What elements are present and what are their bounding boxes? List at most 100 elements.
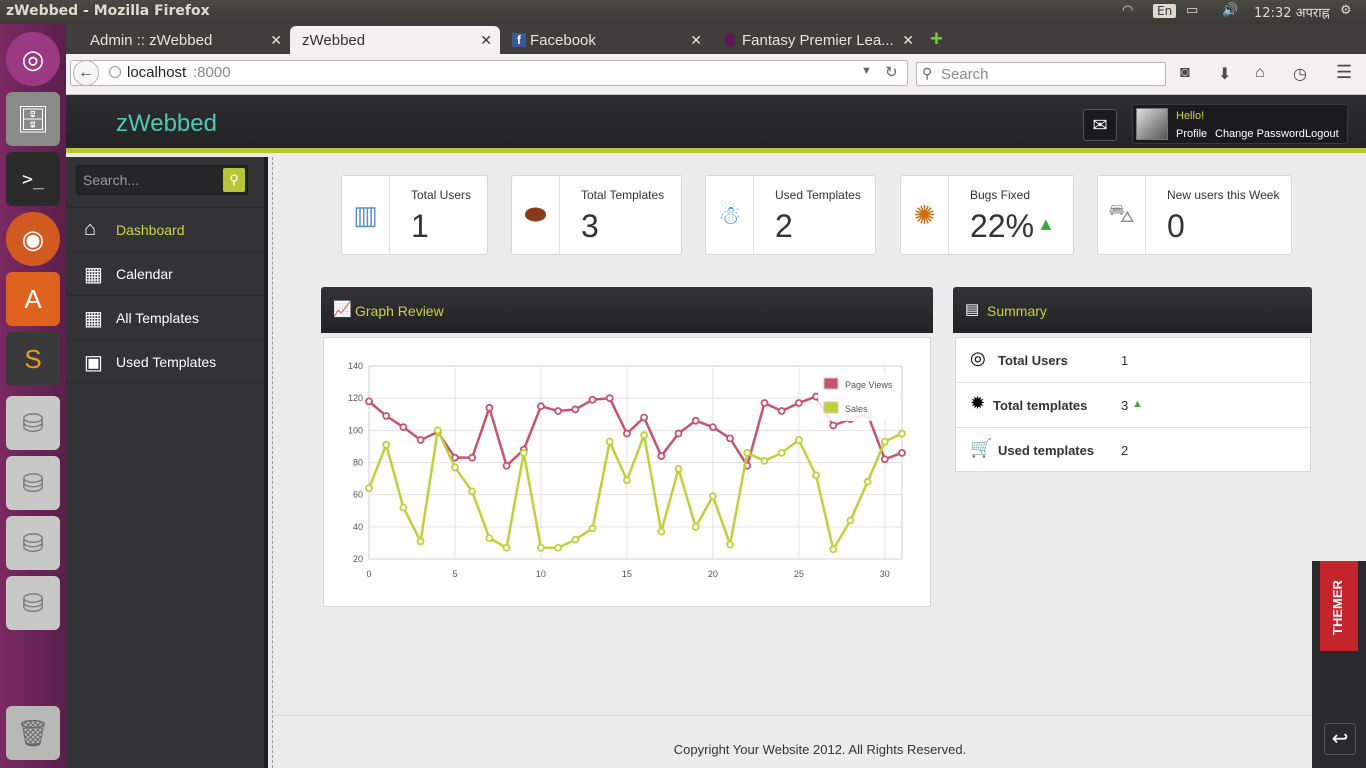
- software-center-icon[interactable]: A: [6, 272, 60, 326]
- download-icon[interactable]: ⬇: [1218, 64, 1231, 84]
- unity-launcher: ◎ 🗄 >_ ◉ A S ⛁ ⛁ ⛁ ⛁ 🗑: [0, 24, 66, 768]
- trash-icon[interactable]: 🗑: [6, 706, 60, 760]
- browser-tab-bar: Admin :: zWebbed ✕ zWebbed ✕ f Facebook …: [66, 24, 1366, 54]
- book-icon: ▤: [965, 301, 980, 318]
- mail-icon[interactable]: ✉: [1083, 109, 1117, 141]
- data-point: [640, 431, 648, 440]
- data-point: [588, 524, 597, 533]
- drive-icon[interactable]: ⛁: [6, 516, 60, 570]
- x-tick-label: 20: [708, 569, 718, 579]
- new-tab-plus-icon[interactable]: +: [930, 26, 943, 52]
- ubuntu-dash-icon[interactable]: ◎: [6, 32, 60, 86]
- battery-icon[interactable]: ▭: [1186, 3, 1198, 18]
- history-icon[interactable]: ◷: [1293, 64, 1307, 84]
- reload-icon[interactable]: ↻: [885, 63, 898, 81]
- data-point: [846, 516, 855, 525]
- data-point: [605, 437, 614, 446]
- stat-bugs-fixed[interactable]: ✺ Bugs Fixed 22% ▲: [900, 175, 1074, 255]
- keyboard-indicator[interactable]: En: [1153, 4, 1177, 18]
- close-tab-icon[interactable]: ✕: [270, 32, 282, 49]
- logout-link[interactable]: Logout: [1305, 128, 1339, 140]
- drive-icon[interactable]: ⛁: [6, 456, 60, 510]
- home-icon[interactable]: ⌂: [1255, 64, 1265, 82]
- data-point: [519, 448, 528, 457]
- football-icon: ⬬: [512, 176, 560, 254]
- sidebar-item-dashboard[interactable]: ⌂ Dashboard: [66, 207, 264, 251]
- stat-used-templates[interactable]: ☃ Used Templates 2: [705, 175, 876, 255]
- data-point: [468, 453, 477, 462]
- menu-icon[interactable]: ☰: [1336, 62, 1352, 83]
- tab-label: Facebook: [530, 32, 596, 49]
- y-tick-label: 40: [353, 522, 363, 532]
- sidebar-item-calendar[interactable]: ▦ Calendar: [66, 251, 264, 295]
- trend-up-arrow-icon: ▲: [1037, 214, 1055, 234]
- url-dropdown-icon[interactable]: ▼: [861, 65, 872, 77]
- data-point: [623, 429, 631, 438]
- wifi-icon[interactable]: ◠: [1122, 3, 1133, 18]
- sidebar-item-label: All Templates: [116, 310, 200, 326]
- data-point: [571, 405, 580, 414]
- url-bar[interactable]: ← localhost :8000 ▼ ↻: [70, 60, 908, 86]
- window-title: zWebbed - Mozilla Firefox: [6, 3, 210, 19]
- pocket-icon[interactable]: ◙: [1180, 64, 1190, 82]
- stat-label: Bugs Fixed: [970, 188, 1031, 202]
- x-tick-label: 10: [536, 569, 546, 579]
- stat-total-templates[interactable]: ⬬ Total Templates 3: [511, 175, 682, 255]
- themer-ribbon[interactable]: THEMER: [1320, 561, 1358, 651]
- data-point: [502, 543, 511, 552]
- summary-label: Total Users: [998, 353, 1068, 368]
- close-tab-icon[interactable]: ✕: [690, 32, 702, 49]
- tab-fantasy-premier-league[interactable]: Fantasy Premier Lea... ✕: [718, 26, 922, 54]
- tab-zwebbed[interactable]: zWebbed ✕: [290, 26, 500, 54]
- calendar-icon: ▦: [84, 264, 103, 286]
- change-password-link[interactable]: Change Password: [1215, 128, 1305, 140]
- search-icon: ⚲: [922, 65, 933, 81]
- sublime-text-icon[interactable]: S: [6, 332, 60, 386]
- reply-arrow-icon[interactable]: ↩: [1324, 723, 1356, 755]
- close-tab-icon[interactable]: ✕: [480, 32, 492, 49]
- graph-review-header: 📈 Graph Review: [321, 287, 933, 333]
- data-point: [365, 397, 373, 406]
- back-arrow-icon[interactable]: ←: [73, 60, 99, 86]
- browser-search-input[interactable]: ⚲ Search: [916, 62, 1166, 86]
- x-tick-label: 0: [366, 569, 371, 579]
- stat-total-users[interactable]: ▥ Total Users 1: [341, 175, 488, 255]
- summary-label: Total templates: [993, 398, 1088, 413]
- url-port: :8000: [193, 64, 231, 81]
- data-point: [605, 394, 614, 403]
- firefox-icon[interactable]: ◉: [6, 212, 60, 266]
- sidebar-search-input[interactable]: Search... ⚲: [76, 165, 248, 195]
- tab-admin[interactable]: Admin :: zWebbed ✕: [66, 26, 290, 54]
- sidebar-item-used-templates[interactable]: ▣ Used Templates: [66, 339, 264, 383]
- building-icon: ▥: [342, 176, 390, 254]
- data-point: [691, 416, 700, 425]
- search-icon[interactable]: ⚲: [223, 168, 245, 192]
- data-point: [760, 456, 769, 465]
- data-point: [743, 448, 752, 457]
- data-point: [829, 545, 838, 554]
- profile-link[interactable]: Profile: [1176, 128, 1207, 140]
- terminal-icon[interactable]: >_: [6, 152, 60, 206]
- summary-row: ✹ Total templates 3 ▲: [956, 383, 1310, 428]
- data-point: [794, 399, 803, 407]
- settings-gear-icon[interactable]: ⚙: [1340, 3, 1352, 18]
- files-icon[interactable]: 🗄: [6, 92, 60, 146]
- tab-facebook[interactable]: f Facebook ✕: [506, 26, 710, 54]
- data-point: [537, 402, 545, 411]
- url-host: localhost: [127, 64, 187, 81]
- data-point: [451, 453, 459, 462]
- stat-new-users-week[interactable]: ⛍ New users this Week 0: [1097, 175, 1292, 255]
- x-tick-label: 15: [622, 569, 632, 579]
- data-point: [691, 522, 700, 531]
- globe-icon[interactable]: [109, 66, 121, 78]
- avatar[interactable]: [1136, 108, 1168, 140]
- brand-logo[interactable]: zWebbed: [116, 110, 217, 138]
- clock[interactable]: 12:32 अपराह्न: [1254, 3, 1330, 21]
- volume-icon[interactable]: 🔊: [1222, 3, 1238, 18]
- drive-icon[interactable]: ⛁: [6, 396, 60, 450]
- data-point: [708, 492, 717, 501]
- sidebar-item-all-templates[interactable]: ▦ All Templates: [66, 295, 264, 339]
- drive-icon[interactable]: ⛁: [6, 576, 60, 630]
- close-tab-icon[interactable]: ✕: [902, 32, 914, 49]
- y-tick-label: 80: [353, 458, 363, 468]
